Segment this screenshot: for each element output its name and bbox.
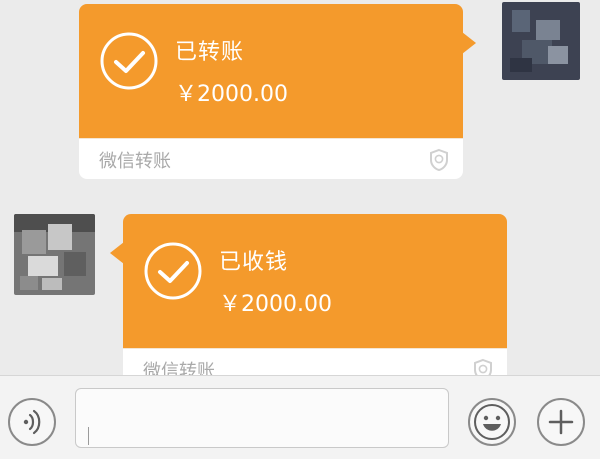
transfer-bubble-main[interactable]: 已收钱 ￥2000.00: [110, 214, 507, 348]
transfer-bubble-main[interactable]: 已转账 ￥2000.00: [79, 4, 476, 138]
wechat-transfer-label: 微信转账: [99, 151, 171, 172]
check-circle-icon: [143, 241, 203, 301]
transfer-amount: ￥2000.00: [219, 292, 332, 317]
transfer-status: 已转账: [175, 40, 245, 65]
transfer-status: 已收钱: [219, 250, 289, 275]
wechat-pay-shield-icon: [471, 358, 495, 375]
chat-input-bar: [0, 375, 600, 459]
transfer-bubble-sent[interactable]: 已转账 ￥2000.00 微信转账: [79, 4, 476, 179]
avatar-self[interactable]: [502, 2, 580, 80]
transfer-footer: 微信转账: [123, 348, 507, 375]
avatar-other[interactable]: [14, 214, 95, 295]
transfer-bubble-received[interactable]: 已收钱 ￥2000.00 微信转账: [110, 214, 507, 375]
check-circle-icon: [99, 31, 159, 91]
chat-area: 已转账 ￥2000.00 微信转账 已收钱 ￥2000.00 微信转账: [0, 0, 600, 375]
wechat-pay-shield-icon: [427, 148, 451, 172]
bubble-tail: [462, 32, 476, 54]
message-input[interactable]: [75, 388, 449, 448]
voice-icon: [23, 409, 41, 435]
emoji-icon: [474, 404, 510, 440]
wechat-transfer-label: 微信转账: [143, 361, 215, 375]
plus-icon: [548, 409, 574, 435]
transfer-footer: 微信转账: [79, 138, 463, 179]
emoji-button[interactable]: [468, 398, 516, 446]
voice-button[interactable]: [8, 398, 56, 446]
text-caret: [88, 427, 89, 445]
plus-button[interactable]: [537, 398, 585, 446]
transfer-amount: ￥2000.00: [175, 82, 288, 107]
bubble-tail: [110, 242, 124, 264]
